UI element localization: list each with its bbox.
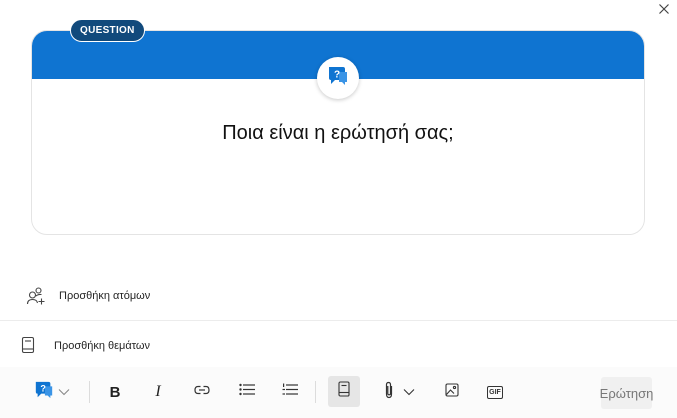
chevron-down-icon <box>403 383 415 401</box>
question-chat-icon: ? <box>327 65 349 92</box>
submit-question-button[interactable]: Ερώτηση <box>600 377 653 409</box>
numbered-list-button[interactable] <box>279 379 301 405</box>
gif-icon: GIF <box>487 385 503 399</box>
attach-button[interactable] <box>378 379 420 405</box>
topic-book-icon <box>21 336 35 354</box>
close-icon <box>658 2 670 20</box>
divider <box>0 320 677 321</box>
question-chat-icon: ? <box>34 380 54 405</box>
bold-button[interactable]: B <box>104 379 126 405</box>
topic-button[interactable] <box>328 376 360 407</box>
link-button[interactable] <box>190 379 214 405</box>
italic-icon: I <box>155 383 161 400</box>
svg-text:?: ? <box>334 69 340 80</box>
topic-book-icon <box>338 381 350 402</box>
add-people-icon <box>26 286 46 306</box>
paperclip-icon <box>384 381 394 404</box>
add-people-label: Προσθήκη ατόμων <box>59 290 151 302</box>
image-button[interactable] <box>441 379 463 405</box>
chevron-down-icon <box>58 383 70 401</box>
numbered-list-icon <box>282 383 298 401</box>
link-icon <box>193 383 211 401</box>
bold-icon: B <box>109 383 121 401</box>
question-title[interactable]: Ποια είναι η ερώτησή σας; <box>31 122 645 145</box>
add-topics-row[interactable]: Προσθήκη θεμάτων <box>0 324 677 368</box>
toolbar-separator <box>89 381 90 403</box>
image-icon <box>445 382 459 402</box>
svg-text:?: ? <box>40 383 46 393</box>
question-badge: QUESTION <box>70 19 145 42</box>
toolbar-separator <box>315 381 316 403</box>
bulleted-list-button[interactable] <box>236 379 258 405</box>
gif-button[interactable]: GIF <box>484 379 506 405</box>
italic-button[interactable]: I <box>147 379 169 405</box>
compose-toolbar: ? B I GIF Ερώτηση <box>0 367 677 418</box>
add-people-row[interactable]: Προσθήκη ατόμων <box>0 274 677 318</box>
question-icon-container: ? <box>317 57 359 99</box>
close-button[interactable] <box>652 0 676 22</box>
bulleted-list-icon <box>239 383 255 401</box>
add-topics-label: Προσθήκη θεμάτων <box>54 340 151 352</box>
post-type-picker[interactable]: ? <box>30 379 74 405</box>
